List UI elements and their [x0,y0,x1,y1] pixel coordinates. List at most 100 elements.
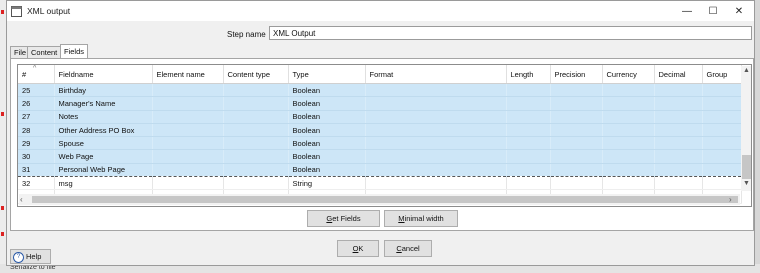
format-cell[interactable] [365,123,507,138]
content-type-cell[interactable] [223,123,289,138]
currency-cell[interactable] [602,162,655,178]
get-fields-button[interactable]: Get Fields [307,210,380,227]
help-button[interactable]: ? Help [10,249,51,264]
table-row[interactable]: 32 msg String [18,176,742,191]
fieldname-cell[interactable]: Personal Web Page [54,162,153,178]
step-name-input[interactable] [269,26,752,40]
type-cell[interactable]: Boolean [288,136,366,151]
precision-cell[interactable] [550,136,603,151]
type-cell[interactable]: Boolean [288,162,366,178]
length-cell[interactable] [506,149,551,164]
cancel-button[interactable]: Cancel [384,240,432,257]
type-cell[interactable]: Boolean [288,149,366,164]
format-cell[interactable] [365,162,507,178]
scroll-left-arrow-icon[interactable]: ‹ [20,194,30,205]
element-name-cell[interactable] [152,136,224,151]
element-name-cell[interactable] [152,162,224,178]
currency-cell[interactable] [602,83,655,98]
format-cell[interactable] [365,136,507,151]
ok-button[interactable]: OK [337,240,379,257]
format-cell[interactable] [365,149,507,164]
tab-content[interactable]: Content [27,46,62,58]
type-cell[interactable]: Boolean [288,96,366,111]
content-type-cell[interactable] [223,96,289,111]
table-row[interactable]: 26 Manager's Name Boolean [18,96,742,111]
table-row[interactable]: 31 Personal Web Page Boolean [18,162,742,178]
column-header-precision[interactable]: Precision [550,65,603,84]
column-header-num[interactable]: # ^ [18,65,55,84]
minimize-button[interactable]: — [675,4,699,18]
scroll-right-arrow-icon[interactable]: › [729,194,739,205]
precision-cell[interactable] [550,96,603,111]
currency-cell[interactable] [602,110,655,124]
type-cell[interactable]: Boolean [288,123,366,138]
precision-cell[interactable] [550,110,603,124]
table-row[interactable]: 28 Other Address PO Box Boolean [18,123,742,138]
column-header-element-name[interactable]: Element name [152,65,224,84]
decimal-cell[interactable] [654,96,703,111]
group-cell[interactable] [702,136,742,151]
decimal-cell[interactable] [654,110,703,124]
element-name-cell[interactable] [152,176,224,191]
format-cell[interactable] [365,83,507,98]
column-header-format[interactable]: Format [365,65,507,84]
content-type-cell[interactable] [223,83,289,98]
content-type-cell[interactable] [223,176,289,191]
format-cell[interactable] [365,110,507,124]
currency-cell[interactable] [602,123,655,138]
close-button[interactable]: ✕ [727,4,751,18]
precision-cell[interactable] [550,162,603,178]
group-cell[interactable] [702,96,742,111]
column-header-currency[interactable]: Currency [602,65,655,84]
fieldname-cell[interactable]: Manager's Name [54,96,153,111]
fieldname-cell[interactable]: Notes [54,110,153,124]
type-cell[interactable]: Boolean [288,110,366,124]
column-header-fieldname[interactable]: Fieldname [54,65,153,84]
decimal-cell[interactable] [654,176,703,191]
currency-cell[interactable] [602,149,655,164]
fieldname-cell[interactable]: Spouse [54,136,153,151]
element-name-cell[interactable] [152,110,224,124]
content-type-cell[interactable] [223,136,289,151]
table-row[interactable]: 29 Spouse Boolean [18,136,742,151]
table-row[interactable]: 30 Web Page Boolean [18,149,742,164]
length-cell[interactable] [506,110,551,124]
length-cell[interactable] [506,96,551,111]
precision-cell[interactable] [550,176,603,191]
table-row[interactable]: 25 Birthday Boolean [18,83,742,98]
fieldname-cell[interactable]: msg [54,176,153,191]
column-header-group[interactable]: Group [702,65,742,84]
precision-cell[interactable] [550,149,603,164]
fieldname-cell[interactable]: Birthday [54,83,153,98]
scroll-up-arrow-icon[interactable]: ▲ [741,67,751,77]
table-row[interactable]: 27 Notes Boolean [18,110,742,124]
length-cell[interactable] [506,176,551,191]
group-cell[interactable] [702,149,742,164]
group-cell[interactable] [702,110,742,124]
decimal-cell[interactable] [654,123,703,138]
length-cell[interactable] [506,162,551,178]
element-name-cell[interactable] [152,149,224,164]
element-name-cell[interactable] [152,83,224,98]
group-cell[interactable] [702,176,742,191]
group-cell[interactable] [702,123,742,138]
scroll-down-arrow-icon[interactable]: ▼ [741,180,751,190]
length-cell[interactable] [506,83,551,98]
length-cell[interactable] [506,123,551,138]
fieldname-cell[interactable]: Web Page [54,149,153,164]
format-cell[interactable] [365,176,507,191]
horizontal-scrollbar[interactable]: ‹ › [19,194,740,205]
vertical-scroll-thumb[interactable] [742,155,751,179]
maximize-button[interactable]: ☐ [701,4,725,18]
type-cell[interactable]: Boolean [288,83,366,98]
horizontal-scroll-thumb[interactable] [32,196,738,203]
decimal-cell[interactable] [654,149,703,164]
decimal-cell[interactable] [654,136,703,151]
column-header-length[interactable]: Length [506,65,551,84]
precision-cell[interactable] [550,123,603,138]
currency-cell[interactable] [602,136,655,151]
tab-fields[interactable]: Fields [60,44,89,58]
fieldname-cell[interactable]: Other Address PO Box [54,123,153,138]
column-header-decimal[interactable]: Decimal [654,65,703,84]
decimal-cell[interactable] [654,162,703,178]
